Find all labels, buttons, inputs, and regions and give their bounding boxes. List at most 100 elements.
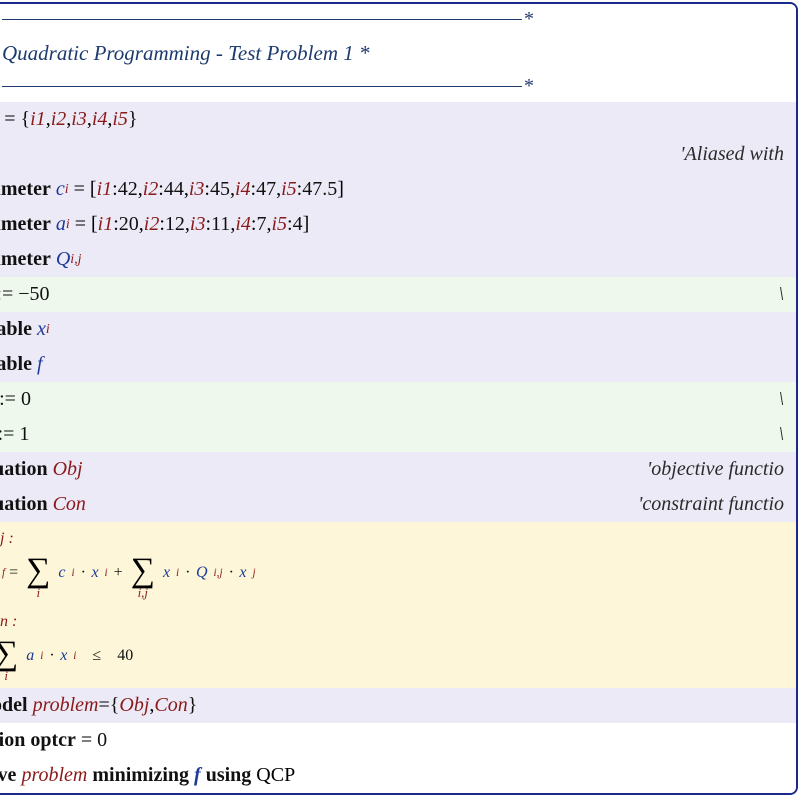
rhs-val: 40 [117, 647, 133, 665]
param-c: c [56, 176, 65, 203]
pair-val: 44 [164, 176, 184, 203]
assign-val: 0 [21, 386, 31, 413]
pair-key: i2 [144, 211, 160, 238]
keyword-parameter: rameter [0, 246, 51, 273]
eq-con: Con [53, 491, 86, 518]
keyword-minimizing: minimizing [92, 762, 189, 789]
set-member: i5 [112, 106, 128, 133]
pair-val: 20 [119, 211, 139, 238]
sigma-icon: ∑ i [0, 637, 18, 682]
keyword-equation: quation [0, 491, 48, 518]
assign-op: := [0, 386, 16, 413]
model-name: problem [33, 692, 99, 719]
pair-val: 47 [256, 176, 276, 203]
assign-op: := [0, 421, 14, 448]
pair-val: 7 [256, 211, 266, 238]
page-frame: * Quadratic Programming - Test Problem 1… [0, 0, 800, 800]
le-op: ≤ [92, 647, 101, 665]
eq-obj-block: j : f = ∑ i ci · xi + ∑ i,j xi · Qi,j [0, 522, 796, 605]
comment-obj: 'objective functio [647, 456, 788, 483]
solve-model: problem [21, 762, 87, 789]
model-member: Con [154, 692, 187, 719]
rule-bottom: * [0, 71, 796, 102]
set-member: i1 [30, 106, 46, 133]
option-line: tion optcr = 0 [0, 723, 796, 758]
dot-op: · [49, 647, 54, 665]
pair-val: 45 [210, 176, 230, 203]
eq-obj-label: j : [0, 530, 14, 547]
decl-set-j: t j 'Aliased with [0, 137, 796, 172]
rule-top: * [0, 4, 796, 35]
code-listing-panel: * Quadratic Programming - Test Problem 1… [0, 2, 798, 795]
pair-val: 47.5 [302, 176, 337, 203]
var-x: x [37, 316, 46, 343]
decl-param-c: rameter c i = [ i1: 42, i2: 44, i3: 45, … [0, 172, 796, 207]
decl-param-a: rameter a i = [ i1: 20, i2: 12, i3: 11, … [0, 207, 796, 242]
assign-val: −50 [18, 281, 49, 308]
pair-key: i1 [98, 211, 114, 238]
decl-model: odel problem = { Obj, Con } [0, 688, 796, 723]
eq-con-label: n : [0, 613, 17, 630]
star-icon: * [524, 6, 534, 33]
pair-key: i1 [97, 176, 113, 203]
solve-objvar: f [194, 762, 201, 789]
comment-aliased: 'Aliased with [680, 141, 788, 168]
keyword-variable: riable [0, 351, 32, 378]
dot-op: · [229, 564, 234, 582]
assign-xlo: O := 0 \ [0, 382, 796, 417]
var-f: f [37, 351, 43, 378]
keyword-equation: quation [0, 456, 48, 483]
pair-key: i5 [271, 211, 287, 238]
dot-op: · [81, 564, 86, 582]
comment-con: 'constraint functio [638, 491, 788, 518]
eq-obj: Obj [53, 456, 83, 483]
param-a: a [56, 211, 66, 238]
pair-val: 11 [211, 211, 230, 238]
decl-set-i: t i = { i1, i2, i3, i4, i5 } [0, 102, 796, 137]
pair-val: 42 [118, 176, 138, 203]
set-member: i3 [71, 106, 87, 133]
keyword-solve: lve [0, 762, 16, 789]
keyword-parameter: rameter [0, 176, 51, 203]
pair-key: i3 [190, 211, 206, 238]
pair-key: i3 [189, 176, 205, 203]
keyword-parameter: rameter [0, 211, 51, 238]
option-val: 0 [97, 727, 107, 754]
assign-op: := [0, 281, 13, 308]
solver-type: QCP [256, 762, 295, 789]
pair-key: i4 [235, 211, 251, 238]
assign-Qii: ,i := −50 \ [0, 277, 796, 312]
pair-key: i5 [281, 176, 297, 203]
decl-var-f: riable f [0, 347, 796, 382]
pair-key: i4 [235, 176, 251, 203]
decl-var-x: riable x i [0, 312, 796, 347]
keyword-using: using [206, 762, 252, 789]
equals-sign: = [9, 564, 18, 582]
param-Q: Q [56, 246, 70, 273]
keyword-variable: riable [0, 316, 32, 343]
equals-sign: = [81, 727, 92, 754]
star-icon: * [524, 73, 534, 100]
keyword-model: odel [0, 692, 28, 719]
assign-val: 1 [19, 421, 29, 448]
param-Q-sub: i,j [70, 251, 81, 270]
set-member: i4 [92, 106, 108, 133]
sigma-icon: ∑ i,j [131, 554, 155, 599]
title-text: Quadratic Programming - Test Problem 1 * [2, 39, 370, 67]
pair-val: 4 [293, 211, 303, 238]
keyword-option: tion optcr [0, 727, 76, 754]
eq-con-block: n : ∑ i ai · xi ≤ 40 [0, 605, 796, 688]
plus-op: + [114, 564, 123, 582]
decl-eq-con: quation Con 'constraint functio [0, 487, 796, 522]
pair-key: i2 [143, 176, 159, 203]
model-member: Obj [119, 692, 149, 719]
pair-val: 12 [165, 211, 185, 238]
decl-eq-obj: quation Obj 'objective functio [0, 452, 796, 487]
decl-param-Q: rameter Q i,j [0, 242, 796, 277]
eq-obj-expression: f = ∑ i ci · xi + ∑ i,j xi · Qi,j · xj [0, 550, 256, 595]
param-a-sub: i [66, 216, 70, 235]
param-c-sub: i [65, 181, 69, 200]
set-member: i2 [51, 106, 67, 133]
dot-op: · [185, 564, 190, 582]
solve-line: lve problem minimizing f using QCP [0, 758, 796, 793]
